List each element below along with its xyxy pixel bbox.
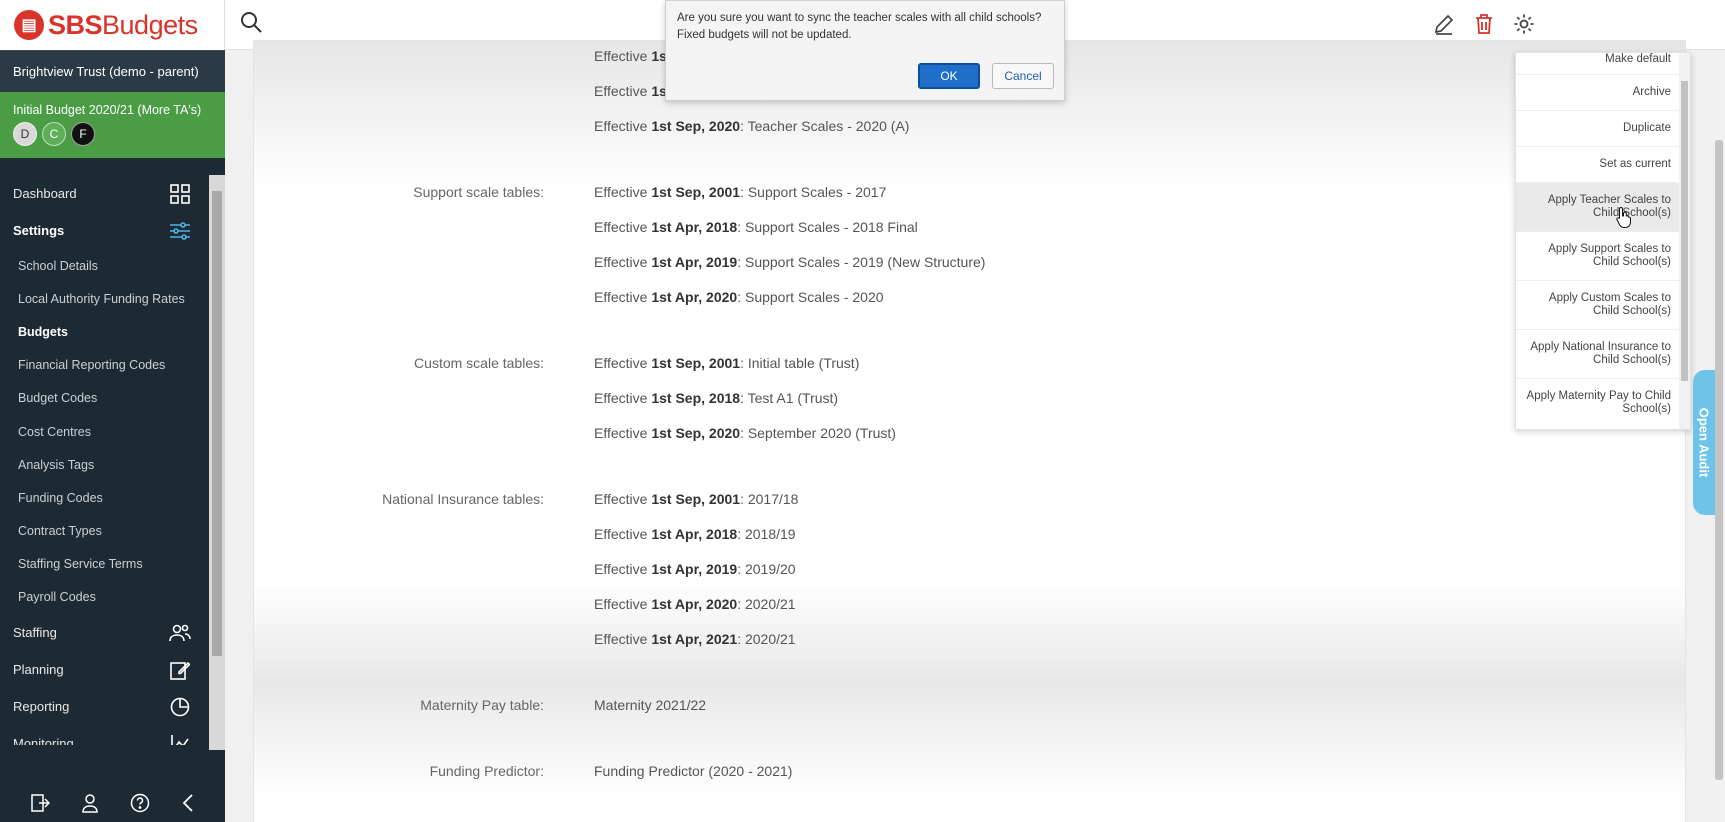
dashboard-grid-icon [169, 183, 191, 205]
sidebar-subitem-contract-types[interactable]: Contract Types [0, 515, 209, 548]
top-actions [1433, 13, 1535, 40]
avatar[interactable]: C [42, 122, 66, 146]
funding-predictor-value: Funding Predictor (2020 - 2021) [594, 763, 793, 779]
pie-chart-icon [169, 696, 191, 718]
national-insurance-row: Effective 1st Apr, 2019: 2019/20 [594, 561, 796, 577]
logo-mark-icon: ▤ [14, 10, 44, 40]
support-scale-label: Support scale tables: [413, 184, 544, 200]
sidebar-item-staffing[interactable]: Staffing [0, 614, 209, 651]
sidebar-item-label: Dashboard [13, 186, 77, 201]
funding-predictor-label: Funding Predictor: [429, 763, 544, 779]
budget-actions-menu: Make default Archive Duplicate Set as cu… [1515, 52, 1691, 430]
sidebar-subitem-school-details[interactable]: School Details [0, 249, 209, 282]
sidebar-item-label: Planning [13, 662, 64, 678]
menu-item-apply-teacher-scales[interactable]: Apply Teacher Scales to Child School(s) [1516, 183, 1681, 232]
avatar-group: D C F [13, 122, 212, 146]
current-budget-panel[interactable]: Initial Budget 2020/21 (More TA's) D C F [0, 92, 225, 158]
maternity-pay-label: Maternity Pay table: [420, 697, 544, 713]
maternity-pay-value: Maternity 2021/22 [594, 697, 707, 713]
sidebar-subitem-budget-codes[interactable]: Budget Codes [0, 382, 209, 415]
sidebar-subitem-funding-codes[interactable]: Funding Codes [0, 481, 209, 514]
sidebar-subitem-payroll-codes[interactable]: Payroll Codes [0, 581, 209, 614]
menu-item-duplicate[interactable]: Duplicate [1516, 111, 1681, 147]
sidebar-item-label: Staffing [13, 625, 57, 641]
cancel-button[interactable]: Cancel [992, 63, 1054, 89]
support-scale-row: Effective 1st Apr, 2019: Support Scales … [594, 254, 986, 270]
sidebar: ▤ SBS Budgets Brightview Trust (demo - p… [0, 0, 225, 822]
sidebar-subitem-analysis-tags[interactable]: Analysis Tags [0, 448, 209, 481]
logo-sbs-text: SBS [48, 9, 103, 40]
support-scale-row: Effective 1st Apr, 2020: Support Scales … [594, 289, 884, 305]
sidebar-subitem-financial-reporting-codes[interactable]: Financial Reporting Codes [0, 349, 209, 382]
custom-scale-row: Effective 1st Sep, 2001: Initial table (… [594, 355, 860, 371]
menu-item-make-default[interactable]: Make default [1516, 53, 1681, 75]
budget-settings-panel: Effective 1st Se Effective 1st Se Effect… [253, 40, 1686, 822]
national-insurance-row: Effective 1st Apr, 2018: 2018/19 [594, 526, 796, 542]
sidebar-subitem-staffing-service-terms[interactable]: Staffing Service Terms [0, 548, 209, 581]
custom-scale-label: Custom scale tables: [414, 355, 544, 371]
dialog-buttons: OK Cancel [918, 63, 1054, 89]
people-icon [169, 622, 191, 644]
teacher-scale-row: Effective 1st Sep, 2020: Teacher Scales … [594, 118, 910, 134]
sidebar-scrollbar[interactable] [209, 175, 225, 750]
national-insurance-row: Effective 1st Apr, 2020: 2020/21 [594, 596, 796, 612]
custom-scale-row: Effective 1st Sep, 2020: September 2020 … [594, 425, 896, 441]
ok-button[interactable]: OK [918, 63, 980, 89]
line-chart-icon [169, 733, 191, 745]
menu-scrollbar-thumb[interactable] [1681, 81, 1688, 381]
sidebar-item-label: Monitoring [13, 736, 74, 745]
sidebar-item-label: Reporting [13, 699, 70, 715]
sidebar-item-label: Settings [13, 223, 65, 238]
edit-icon[interactable] [1433, 13, 1455, 40]
national-insurance-row: Effective 1st Apr, 2021: 2020/21 [594, 631, 796, 647]
avatar[interactable]: D [13, 122, 37, 146]
sliders-icon [169, 220, 191, 242]
user-icon[interactable] [81, 793, 99, 818]
collapse-chevron-icon[interactable] [181, 793, 195, 818]
logout-icon[interactable] [30, 793, 50, 818]
sidebar-subitem-budgets[interactable]: Budgets [0, 315, 209, 348]
support-scale-row: Effective 1st Apr, 2018: Support Scales … [594, 219, 918, 235]
help-icon[interactable] [130, 793, 150, 818]
organisation-name: Brightview Trust (demo - parent) [13, 64, 199, 79]
open-audit-tab[interactable]: Open Audit [1693, 370, 1715, 515]
page-scrollbar-thumb[interactable] [1715, 140, 1723, 780]
sidebar-item-settings[interactable]: Settings [0, 212, 209, 249]
logo-budgets-text: Budgets [102, 9, 198, 40]
open-audit-label: Open Audit [1696, 407, 1712, 478]
national-insurance-row: Effective 1st Sep, 2001: 2017/18 [594, 491, 799, 507]
sidebar-nav: Dashboard Settings School Details Local … [0, 175, 209, 745]
menu-item-apply-custom-scales[interactable]: Apply Custom Scales to Child School(s) [1516, 281, 1681, 330]
organisation-selector[interactable]: Brightview Trust (demo - parent) [0, 50, 225, 92]
national-insurance-label: National Insurance tables: [382, 491, 544, 507]
main-content: Effective 1st Se Effective 1st Se Effect… [225, 40, 1725, 822]
sidebar-item-dashboard[interactable]: Dashboard [0, 175, 209, 212]
hand-cursor-icon [1616, 206, 1631, 228]
sidebar-scrollbar-thumb[interactable] [212, 191, 222, 656]
sidebar-subitem-cost-centres[interactable]: Cost Centres [0, 415, 209, 448]
custom-scale-row: Effective 1st Sep, 2018: Test A1 (Trust) [594, 390, 839, 406]
settings-gear-icon[interactable] [1513, 13, 1535, 40]
sidebar-bottom-bar [0, 788, 225, 822]
sidebar-item-planning[interactable]: Planning [0, 651, 209, 688]
menu-item-apply-national-insurance[interactable]: Apply National Insurance to Child School… [1516, 330, 1681, 379]
app-logo[interactable]: ▤ SBS Budgets [0, 0, 225, 50]
sidebar-subitem-la-funding-rates[interactable]: Local Authority Funding Rates [0, 282, 209, 315]
budget-name: Initial Budget 2020/21 (More TA's) [13, 103, 202, 117]
menu-item-apply-maternity-pay[interactable]: Apply Maternity Pay to Child School(s) [1516, 379, 1681, 429]
support-scale-row: Effective 1st Sep, 2001: Support Scales … [594, 184, 887, 200]
menu-scrollbar[interactable] [1679, 53, 1690, 429]
menu-item-apply-support-scales[interactable]: Apply Support Scales to Child School(s) [1516, 232, 1681, 281]
avatar[interactable]: F [71, 122, 95, 146]
delete-icon[interactable] [1473, 13, 1495, 40]
menu-item-archive[interactable]: Archive [1516, 75, 1681, 111]
dialog-message: Are you sure you want to sync the teache… [677, 12, 1042, 41]
search-icon[interactable] [239, 10, 263, 39]
sidebar-item-reporting[interactable]: Reporting [0, 688, 209, 725]
edit-note-icon [169, 659, 191, 681]
confirm-sync-dialog: Are you sure you want to sync the teache… [665, 0, 1065, 101]
menu-item-set-as-current[interactable]: Set as current [1516, 147, 1681, 183]
sidebar-item-monitoring[interactable]: Monitoring [0, 725, 209, 745]
